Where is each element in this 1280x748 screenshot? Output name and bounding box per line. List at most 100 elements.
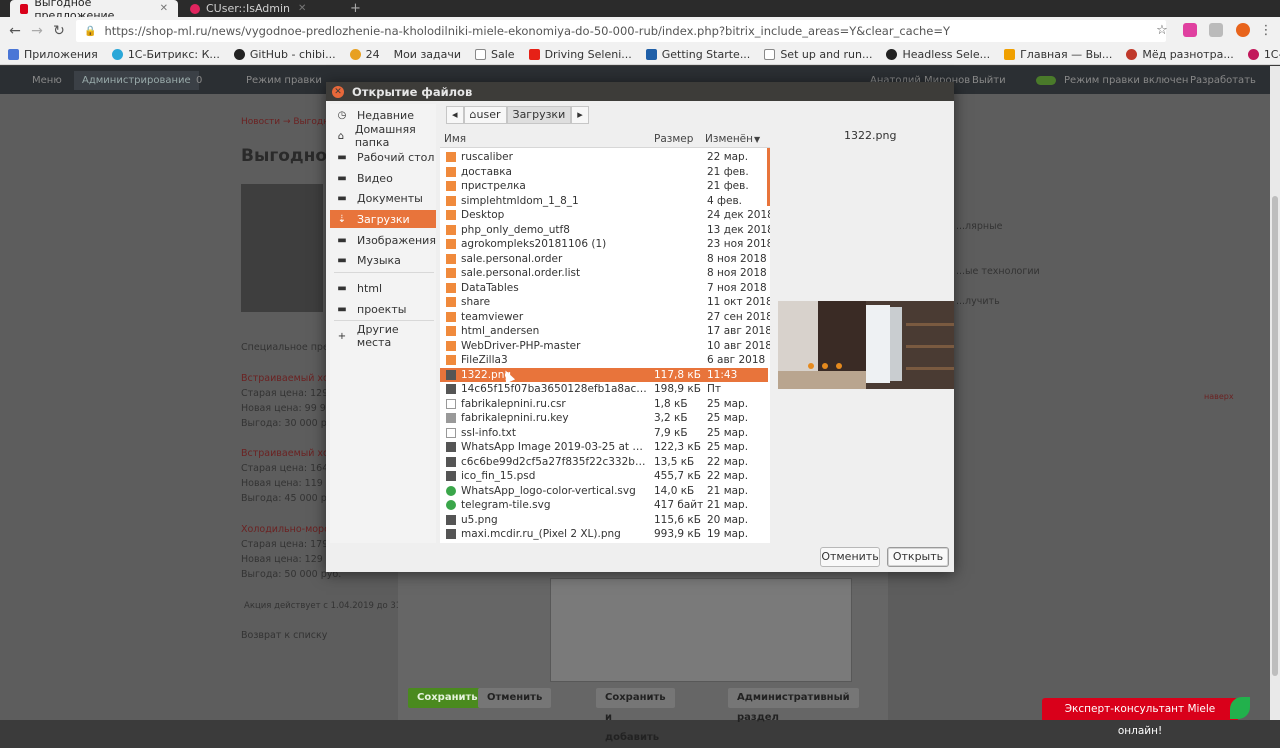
file-row[interactable]: html_andersen 17 авг 2018 (440, 324, 770, 339)
file-row[interactable]: agrokompleks20181106 (1) 23 ноя 2018 (440, 237, 770, 252)
bookmark-item[interactable]: Getting Starte... (645, 48, 750, 61)
preview-fridge-door (890, 307, 902, 381)
file-row[interactable]: WebDriver-PHP-master 10 авг 2018 (440, 339, 770, 354)
path-current-crumb[interactable]: Загрузки (506, 106, 572, 124)
profile-avatar-icon[interactable] (1236, 23, 1250, 37)
dialog-cancel-button[interactable]: Отменить (820, 547, 880, 567)
bookmark-item[interactable]: Главная — Вы... (1004, 48, 1112, 61)
bookmark-item[interactable]: Headless Sele... (886, 48, 990, 61)
back-to-list-link[interactable]: Возврат к списку (241, 630, 327, 641)
admin-cancel-button[interactable]: Отменить (478, 688, 552, 708)
admin-menu-button[interactable]: Меню (32, 75, 62, 86)
bookmark-item[interactable]: Driving Seleni... (528, 48, 632, 61)
file-row[interactable]: WhatsApp Image 2019-03-25 at 11.44.... 12… (440, 440, 768, 455)
bookmark-item[interactable]: Мои задачи (394, 48, 461, 61)
file-row[interactable]: telegram-tile.svg 417 байт 21 мар. (440, 498, 768, 513)
file-row[interactable]: maxi.mcdir.ru_(Pixel 2 XL).png 993,9 кБ 19… (440, 527, 768, 542)
close-tab-icon[interactable]: ✕ (160, 3, 168, 14)
place-desktop[interactable]: ▬ Рабочий стол (330, 148, 436, 166)
place-pictures[interactable]: ▬ Изображения (330, 231, 436, 249)
place-downloads[interactable]: ⇣ Загрузки (330, 210, 436, 228)
file-row[interactable]: sale.personal.order 8 ноя 2018 (440, 252, 768, 267)
file-row[interactable]: simplehtmldom_1_8_1 4 фев. (440, 194, 768, 209)
tab-active[interactable]: Выгодное предложение ✕ (10, 0, 178, 22)
file-row[interactable]: 14c65f15f07ba3650128efb1a8ac6f8e... 198,9… (440, 382, 768, 397)
column-size[interactable]: Размер (654, 133, 693, 145)
place-bookmark-projects[interactable]: ▬ проекты (330, 300, 436, 318)
file-row[interactable]: sale.personal.order.list 8 ноя 2018 (440, 266, 768, 281)
close-icon[interactable]: ✕ (332, 85, 344, 98)
bookmark-item[interactable]: Мёд разнотра... (1126, 48, 1234, 61)
offer-title[interactable]: Встраиваемый хо (241, 373, 329, 384)
dialog-open-button[interactable]: Открыть (887, 547, 949, 567)
path-home-crumb[interactable]: ⌂user (463, 106, 507, 124)
place-music[interactable]: ▬ Музыка (330, 251, 436, 269)
place-bookmark-html[interactable]: ▬ html (330, 279, 436, 297)
extension-icon[interactable] (1183, 23, 1197, 37)
file-row[interactable]: php_only_demo_utf8 13 дек 2018 (440, 223, 770, 238)
bookmark-item[interactable]: 1С-Битрикс Ра... (1247, 48, 1280, 61)
admin-section-button[interactable]: Административный раздел (728, 688, 859, 723)
place-documents[interactable]: ▬ Документы (330, 189, 436, 207)
file-row[interactable]: 1322.png 117,8 кБ 11:43 (440, 367, 768, 382)
place-videos[interactable]: ▬ Видео (330, 169, 436, 187)
bookmark-item[interactable]: 24 (349, 48, 380, 61)
bookmark-star-icon[interactable]: ☆ (1152, 21, 1172, 41)
admin-count-badge[interactable]: 0 (196, 75, 202, 86)
path-forward-button[interactable]: ▸ (571, 106, 589, 124)
file-row[interactable]: teamviewer 27 сен 2018 (440, 310, 770, 325)
editor-textarea[interactable] (550, 578, 852, 682)
new-tab-button[interactable]: + (350, 1, 361, 16)
scrollbar-thumb[interactable] (1272, 196, 1278, 676)
admin-save-add-button[interactable]: Сохранить и добавить (596, 688, 675, 743)
admin-design[interactable]: Разработать (1190, 75, 1256, 86)
admin-save-button[interactable]: Сохранить (408, 688, 487, 708)
reload-button[interactable]: ↻ (49, 21, 69, 41)
file-row[interactable]: пристрелка 21 фев. (440, 179, 768, 194)
file-row[interactable]: DataTables 7 ноя 2018 (440, 281, 768, 296)
file-row[interactable]: u5.png 115,6 кБ 20 мар. (440, 513, 768, 528)
file-row[interactable]: ruscaliber 22 мар. (440, 150, 768, 165)
scroll-top-label[interactable]: наверх (1204, 392, 1234, 401)
file-row[interactable]: ssl-info.txt 7,9 кБ 25 мар. (440, 426, 768, 441)
place-label: Документы (357, 191, 423, 205)
bookmark-item[interactable]: 1С-Битрикс: К... (111, 48, 220, 61)
file-icon (446, 471, 456, 481)
bookmark-item[interactable]: Приложения (8, 48, 98, 61)
place-home[interactable]: ⌂ Домашняя папка (330, 123, 436, 149)
close-tab-icon[interactable]: ✕ (298, 3, 306, 14)
path-back-button[interactable]: ◂ (446, 106, 464, 124)
file-row[interactable]: WhatsApp_logo-color-vertical.svg 14,0 кБ 2… (440, 484, 768, 499)
file-list-scrollbar[interactable] (767, 148, 770, 206)
column-modified[interactable]: Изменён (705, 133, 753, 145)
file-row[interactable]: Desktop 24 дек 2018 (440, 208, 770, 223)
address-bar[interactable]: 🔒 https://shop-ml.ru/news/vygodnoe-predl… (76, 20, 1166, 42)
forward-button[interactable]: → (27, 21, 47, 41)
file-list[interactable]: ruscaliber 22 мар. доставка 21 фев. пристрел… (440, 148, 770, 543)
file-row[interactable]: fabrikalepnini.ru.key 3,2 кБ 25 мар. (440, 411, 768, 426)
back-button[interactable]: ← (5, 21, 25, 41)
place-recent[interactable]: ◷ Недавние (330, 106, 436, 124)
file-row[interactable]: ico_fin_15.psd 455,7 кБ 22 мар. (440, 469, 768, 484)
edit-mode-toggle[interactable] (1036, 76, 1056, 85)
file-row[interactable]: FileZilla3 6 авг 2018 (440, 353, 768, 368)
place-other-locations[interactable]: + Другие места (330, 323, 436, 349)
offer-title[interactable]: Холодильно-моро (241, 524, 330, 535)
menu-kebab-icon[interactable]: ⋮ (1256, 21, 1276, 41)
admin-logout[interactable]: Выйти (972, 75, 1006, 86)
page-scrollbar[interactable] (1270, 66, 1280, 720)
bookmark-item[interactable]: Sale (475, 48, 515, 61)
bookmark-item[interactable]: Set up and run... (764, 48, 872, 61)
file-row[interactable]: share 11 окт 2018 (440, 295, 770, 310)
admin-administration-tab[interactable]: Администрирование (74, 71, 199, 90)
consultant-chat-button[interactable]: Эксперт-консультант Miele онлайн! (1042, 698, 1238, 737)
column-name[interactable]: Имя (444, 133, 466, 145)
tab-cuser[interactable]: CUser::IsAdmin ✕ (180, 0, 345, 17)
file-row[interactable]: доставка 21 фев. (440, 165, 768, 180)
offer-title[interactable]: Встраиваемый хо (241, 448, 329, 459)
file-row[interactable]: fabrikalepnini.ru.csr 1,8 кБ 25 мар. (440, 397, 768, 412)
file-row[interactable]: c6c6be99d2cf5a27f835f22c332be24b... 13,5 … (440, 455, 768, 470)
bookmark-item[interactable]: GitHub - chibi... (233, 48, 336, 61)
admin-view-mode[interactable]: Режим правки (246, 75, 322, 86)
extension-icon[interactable] (1209, 23, 1223, 37)
